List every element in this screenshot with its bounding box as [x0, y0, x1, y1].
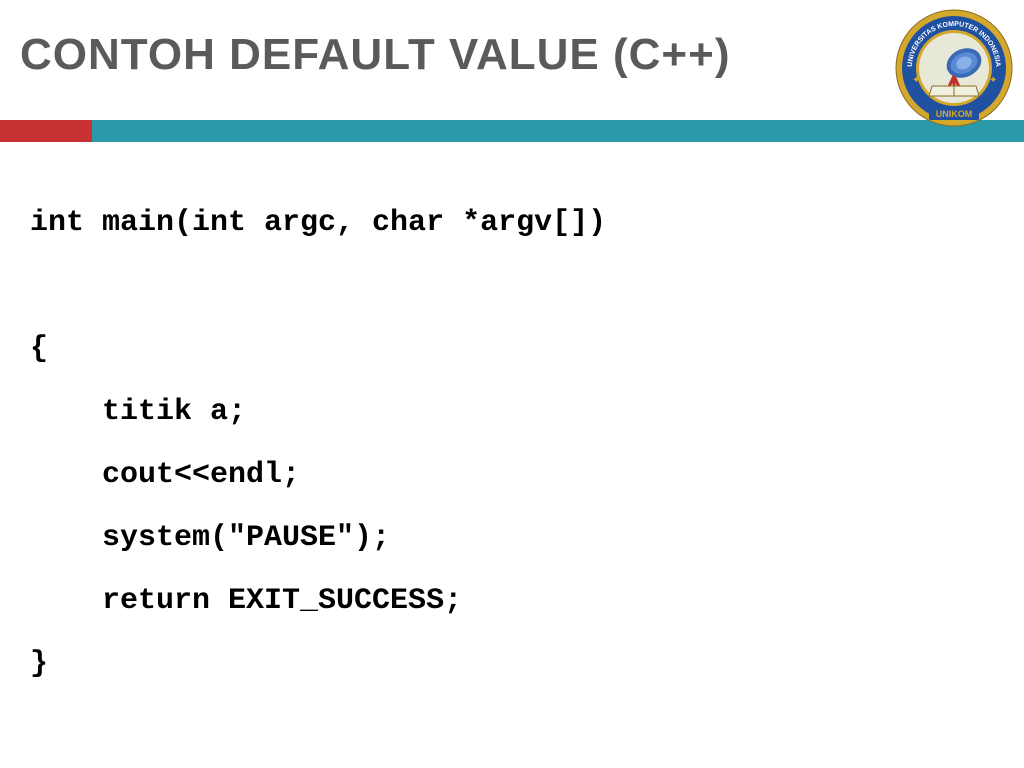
code-block: int main(int argc, char *argv[]) { titik… [0, 142, 1024, 696]
red-accent-block [0, 120, 92, 142]
svg-text:UNIKOM: UNIKOM [936, 109, 973, 119]
unikom-logo-icon: UNIVERSITAS KOMPUTER INDONESIA UNIKOM ✦ … [894, 8, 1014, 128]
code-line-3: titik a; [30, 395, 246, 429]
code-line-4: cout<<endl; [30, 458, 300, 492]
accent-divider [0, 120, 1024, 142]
code-line-6: return EXIT_SUCCESS; [30, 584, 462, 618]
teal-accent-block [92, 120, 1024, 142]
svg-text:✦: ✦ [989, 75, 997, 86]
code-line-5: system("PAUSE"); [30, 521, 390, 555]
code-line-1: int main(int argc, char *argv[]) [30, 206, 606, 240]
university-logo: UNIVERSITAS KOMPUTER INDONESIA UNIKOM ✦ … [894, 8, 1014, 128]
svg-text:✦: ✦ [912, 75, 920, 86]
code-line-2: { [30, 332, 48, 366]
code-line-7: } [30, 647, 48, 681]
slide-title: CONTOH DEFAULT VALUE (C++) [20, 30, 1024, 80]
slide-header: CONTOH DEFAULT VALUE (C++) UNI [0, 0, 1024, 80]
